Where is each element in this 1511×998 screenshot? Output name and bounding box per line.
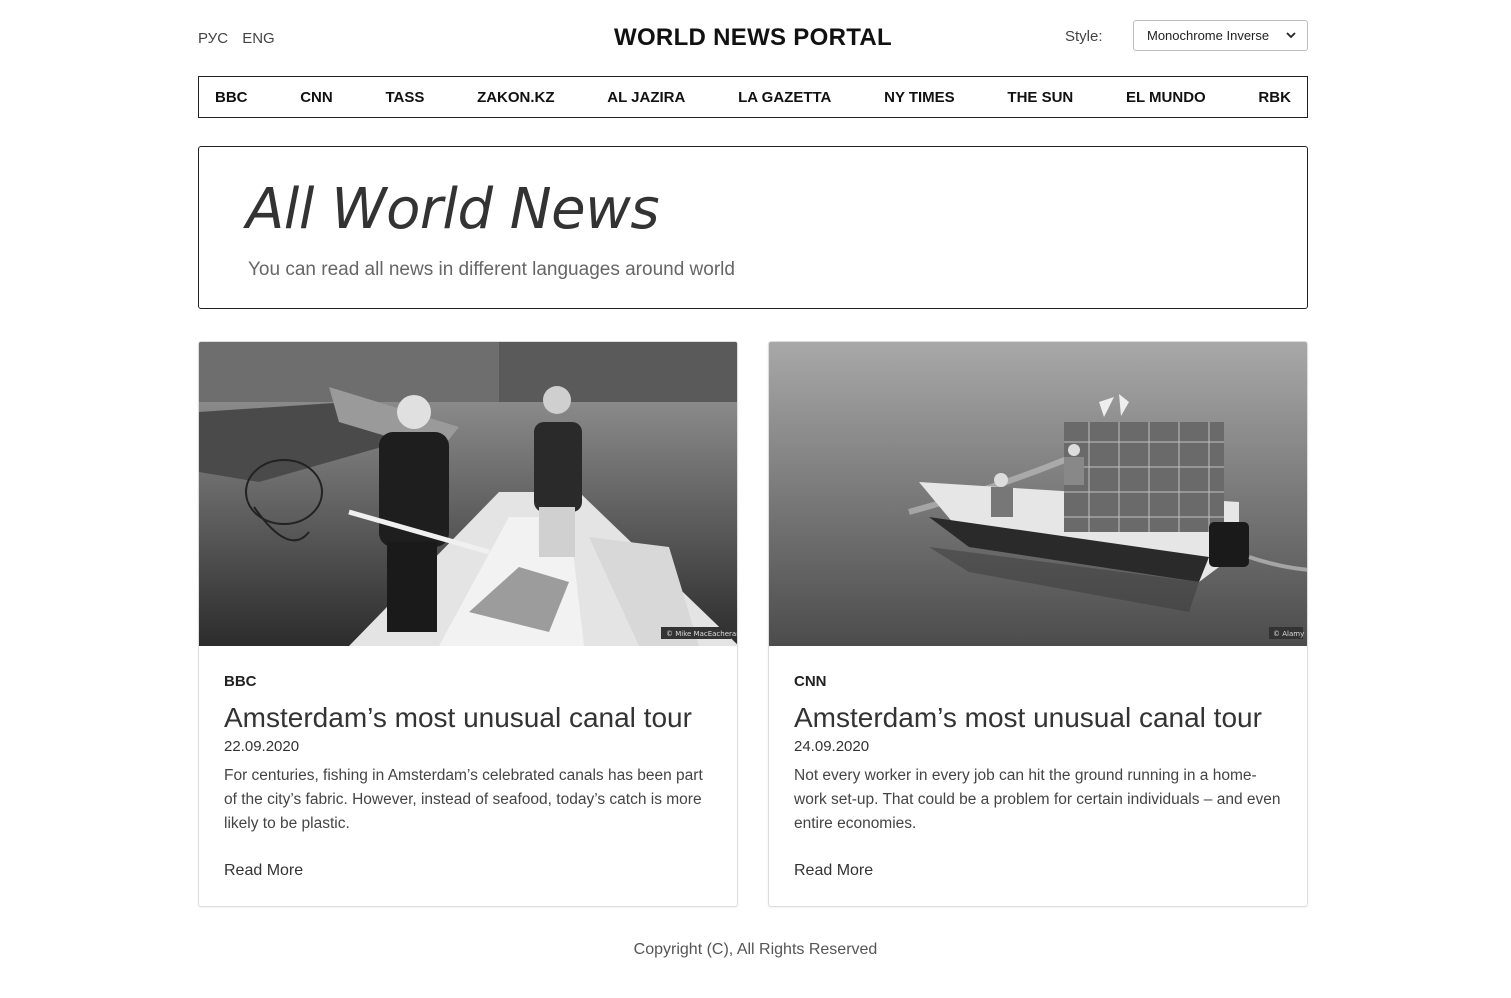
nav-item-cnn[interactable]: CNN	[300, 89, 333, 106]
nav-item-the-sun[interactable]: THE SUN	[1007, 89, 1073, 106]
news-card-image[interactable]: © Mike MacEacheran	[199, 342, 738, 646]
news-excerpt: For centuries, fishing in Amsterdam’s ce…	[224, 767, 703, 832]
news-title[interactable]: Amsterdam’s most unusual canal tour	[224, 702, 692, 734]
news-excerpt: Not every worker in every job can hit th…	[794, 767, 1281, 832]
news-card-image[interactable]: © Alamy	[769, 342, 1307, 646]
style-select-value: Monochrome Inverse	[1147, 28, 1270, 43]
style-select[interactable]: Monochrome Inverse	[1133, 20, 1308, 51]
news-source: BBC	[224, 673, 257, 690]
read-more-link[interactable]: Read More	[224, 862, 303, 880]
nav-item-al-jazira[interactable]: AL JAZIRA	[607, 89, 685, 106]
nav-item-ny-times[interactable]: NY TIMES	[884, 89, 955, 106]
nav-item-la-gazetta[interactable]: LA GAZETTA	[738, 89, 831, 106]
news-date: 24.09.2020	[794, 738, 870, 755]
fishing-boat-photo: © Alamy	[769, 342, 1307, 646]
news-source: CNN	[794, 673, 827, 690]
nav-item-bbc[interactable]: BBC	[215, 89, 248, 106]
nav-item-el-mundo[interactable]: EL MUNDO	[1126, 89, 1206, 106]
read-more-link[interactable]: Read More	[794, 862, 873, 880]
chevron-down-icon	[1285, 25, 1297, 48]
photo-credit: © Alamy	[1273, 630, 1304, 638]
footer-copyright: Copyright (C), All Rights Reserved	[633, 941, 878, 958]
nav-item-rbk[interactable]: RBK	[1258, 89, 1291, 106]
sources-nav: BBC CNN TASS ZAKON.KZ AL JAZIRA LA GAZET…	[198, 76, 1308, 118]
nav-item-tass[interactable]: TASS	[385, 89, 424, 106]
news-date: 22.09.2020	[224, 738, 300, 755]
news-title[interactable]: Amsterdam’s most unusual canal tour	[794, 702, 1262, 734]
hero-banner: All World News You can read all news in …	[198, 146, 1308, 309]
photo-credit: © Mike MacEacheran	[666, 630, 738, 638]
news-card: © Mike MacEacheran BBC Amsterdam’s most …	[198, 341, 738, 907]
canal-fishing-photo: © Mike MacEacheran	[199, 342, 738, 646]
nav-item-zakon[interactable]: ZAKON.KZ	[477, 89, 555, 106]
hero-subtitle: You can read all news in different langu…	[248, 259, 735, 280]
style-label: Style:	[1065, 28, 1103, 45]
header: РУС ENG WORLD NEWS PORTAL Style: Monochr…	[198, 18, 1308, 58]
hero-title: All World News	[246, 177, 660, 242]
news-card: © Alamy CNN Amsterdam’s most unusual can…	[768, 341, 1308, 907]
